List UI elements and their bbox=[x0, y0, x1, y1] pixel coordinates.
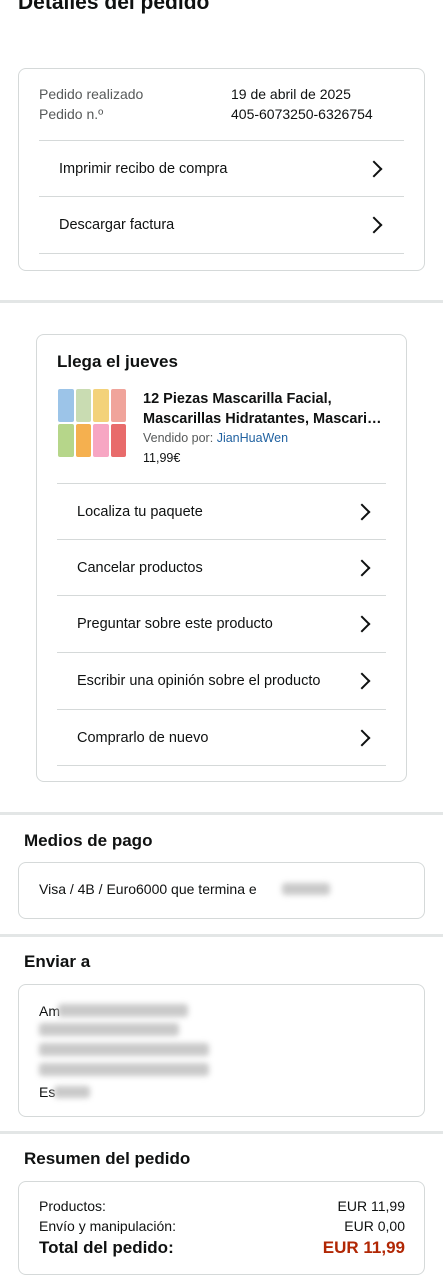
section-separator bbox=[0, 812, 443, 815]
redacted-address bbox=[58, 1004, 188, 1017]
delivery-heading: Llega el jueves bbox=[57, 352, 178, 371]
section-separator bbox=[0, 934, 443, 937]
address-line-first: Am bbox=[39, 1003, 60, 1019]
product-title[interactable]: 12 Piezas Mascarilla Facial, Mascarillas… bbox=[143, 389, 391, 429]
chevron-right-icon bbox=[353, 672, 371, 690]
order-placed-label: Pedido realizado bbox=[39, 86, 144, 102]
product-title-line-1: 12 Piezas Mascarilla Facial, bbox=[143, 391, 332, 407]
sold-by: Vendido por: JianHuaWen bbox=[143, 431, 288, 445]
section-separator bbox=[0, 1131, 443, 1134]
order-total-label: Total del pedido: bbox=[39, 1238, 174, 1257]
order-placed-value: 19 de abril de 2025 bbox=[231, 86, 351, 102]
cancel-items-label: Cancelar productos bbox=[77, 559, 203, 576]
products-label: Productos: bbox=[39, 1198, 106, 1214]
sold-by-label: Vendido por: bbox=[143, 431, 214, 445]
ask-product-link[interactable]: Preguntar sobre este producto bbox=[57, 596, 386, 653]
order-total-value: EUR 11,99 bbox=[322, 1238, 405, 1257]
order-number-label: Pedido n.º bbox=[39, 106, 104, 122]
ask-product-label: Preguntar sobre este producto bbox=[77, 616, 273, 632]
redacted-address bbox=[39, 1023, 179, 1036]
summary-heading: Resumen del pedido bbox=[24, 1149, 191, 1168]
redacted-card-digits bbox=[282, 883, 330, 895]
payment-heading: Medios de pago bbox=[24, 831, 153, 850]
shipping-cost-label: Envío y manipulación: bbox=[39, 1218, 176, 1234]
products-value: EUR 11,99 bbox=[337, 1198, 405, 1214]
buy-again-label: Comprarlo de nuevo bbox=[77, 729, 209, 746]
chevron-right-icon bbox=[365, 216, 383, 234]
page-title: Detalles del pedido bbox=[18, 0, 210, 14]
order-number-value: 405-6073250-6326754 bbox=[231, 106, 373, 122]
cancel-items-link[interactable]: Cancelar productos bbox=[57, 540, 386, 596]
download-invoice-link[interactable]: Descargar factura bbox=[39, 197, 404, 254]
redacted-address bbox=[54, 1086, 90, 1098]
chevron-right-icon bbox=[353, 559, 371, 576]
write-review-link[interactable]: Escribir una opinión sobre el producto bbox=[57, 653, 386, 710]
track-package-link[interactable]: Localiza tu paquete bbox=[57, 484, 386, 540]
product-image[interactable] bbox=[58, 389, 126, 457]
shipping-heading: Enviar a bbox=[24, 952, 91, 971]
shipping-cost-value: EUR 0,00 bbox=[344, 1218, 405, 1234]
download-invoice-label: Descargar factura bbox=[59, 217, 175, 233]
write-review-label: Escribir una opinión sobre el producto bbox=[77, 673, 321, 689]
product-price: 11,99€ bbox=[143, 451, 181, 465]
print-receipt-label: Imprimir recibo de compra bbox=[59, 160, 228, 177]
chevron-right-icon bbox=[353, 503, 371, 520]
section-separator bbox=[0, 300, 443, 303]
redacted-address bbox=[39, 1063, 209, 1076]
buy-again-link[interactable]: Comprarlo de nuevo bbox=[57, 710, 386, 766]
address-line-last: Es bbox=[39, 1084, 56, 1100]
chevron-right-icon bbox=[353, 615, 371, 633]
print-receipt-link[interactable]: Imprimir recibo de compra bbox=[39, 141, 404, 197]
chevron-right-icon bbox=[365, 160, 383, 177]
chevron-right-icon bbox=[353, 729, 371, 746]
track-package-label: Localiza tu paquete bbox=[77, 503, 203, 520]
redacted-address bbox=[39, 1043, 209, 1056]
payment-method: Visa / 4B / Euro6000 que termina e bbox=[39, 881, 257, 897]
product-title-line-2: Mascarillas Hidratantes, Mascari… bbox=[143, 411, 382, 427]
seller-link[interactable]: JianHuaWen bbox=[217, 431, 288, 445]
